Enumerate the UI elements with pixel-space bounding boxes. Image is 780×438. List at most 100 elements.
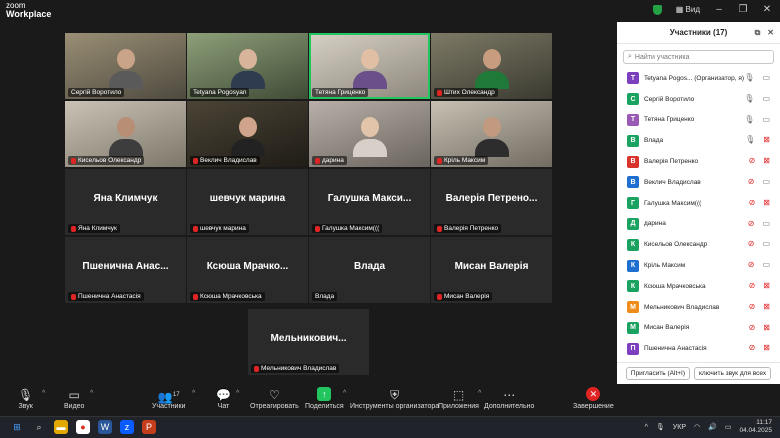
maximize-button[interactable]: ❐: [738, 4, 748, 15]
camera-off-icon[interactable]: ⊠: [763, 302, 770, 311]
participant-row[interactable]: В Веклич Владислав ⊘ ▭: [617, 172, 780, 193]
apps-button[interactable]: ⬚ Приложения: [438, 387, 479, 410]
participant-tile[interactable]: Пшенична Анас... Пшенична Анастасія: [65, 237, 186, 303]
microphone-muted-icon[interactable]: ⊘: [749, 198, 756, 207]
microphone-muted-icon[interactable]: ⊘: [749, 344, 756, 352]
windows-start-icon[interactable]: ⊞: [10, 420, 24, 434]
participant-tile[interactable]: Штих Олександр: [431, 33, 552, 99]
invite-button[interactable]: Пригласить (Alt+I): [625, 367, 691, 380]
camera-off-icon[interactable]: ⊠: [763, 198, 770, 207]
participant-row[interactable]: М Мельникович Владислав ⊘ ⊠: [617, 297, 780, 318]
participant-row[interactable]: П Пшенична Анастасія ⊘ ⊠: [617, 338, 780, 359]
host-tools-button[interactable]: ⛨ Инструменты организатора: [350, 387, 439, 410]
camera-icon[interactable]: ▭: [762, 74, 770, 82]
participant-row[interactable]: T Tetyana Pogos... (Организатор, я) 🎙 ▭: [617, 68, 780, 89]
tray-chevron-icon[interactable]: ^: [645, 424, 648, 431]
participant-row[interactable]: Ддарина ⊘ ▭: [617, 214, 780, 235]
microphone-muted-icon[interactable]: ⊘: [748, 177, 755, 186]
camera-icon[interactable]: ▭: [762, 94, 770, 103]
participant-tile[interactable]: Кисельов Олександр: [65, 101, 186, 167]
microphone-muted-icon[interactable]: ⊘: [749, 302, 756, 311]
participant-row[interactable]: В Влада 🎙 ⊠: [617, 130, 780, 151]
more-button[interactable]: ⋯ Дополнительно: [484, 387, 534, 410]
camera-icon[interactable]: ▭: [762, 177, 770, 186]
audio-options-chevron-icon[interactable]: ^: [42, 390, 45, 397]
camera-icon[interactable]: ▭: [762, 115, 770, 124]
participant-row[interactable]: К Кріль Максим ⊘ ▭: [617, 255, 780, 276]
apps-options-chevron-icon[interactable]: ^: [478, 390, 481, 397]
participant-tile[interactable]: Тетяна Гриценко: [309, 33, 430, 99]
minimize-button[interactable]: –: [714, 4, 724, 15]
participant-row[interactable]: В Валерія Петренко ⊘ ⊠: [617, 151, 780, 172]
share-options-chevron-icon[interactable]: ^: [343, 390, 346, 397]
participants-button[interactable]: 👥17 Участники: [152, 387, 185, 410]
file-explorer-icon[interactable]: ▬: [54, 420, 68, 434]
video-options-chevron-icon[interactable]: ^: [90, 390, 93, 397]
volume-icon[interactable]: 🔊: [708, 423, 717, 431]
participant-tile[interactable]: дарина: [309, 101, 430, 167]
microphone-icon[interactable]: 🎙: [744, 74, 754, 82]
camera-off-icon[interactable]: ⊠: [763, 136, 770, 144]
participant-row[interactable]: С Сергій Воротило 🎙 ▭: [617, 89, 780, 110]
participant-tile[interactable]: Tetyana Pogosyan: [187, 33, 308, 99]
participant-row[interactable]: Г Галушка Максим(((⊘ ⊠: [617, 193, 780, 214]
chrome-icon[interactable]: ●: [76, 420, 90, 434]
participant-tile[interactable]: Мисан Валерія Мисан Валерія: [431, 237, 552, 303]
participant-search-input[interactable]: ⌕ Найти участника: [623, 50, 774, 64]
participant-tile[interactable]: Валерія Петрено... Валерія Петренко: [431, 169, 552, 235]
participant-tile[interactable]: Ксюша Мрачко... Ксюша Мрачковська: [187, 237, 308, 303]
camera-off-icon[interactable]: ⊠: [763, 344, 770, 352]
video-button[interactable]: ▭ Видео: [64, 387, 84, 410]
view-button[interactable]: ▦ Вид: [676, 5, 700, 14]
audio-button[interactable]: 🎙 Звук: [18, 387, 33, 410]
language-indicator[interactable]: УКР: [673, 424, 686, 431]
security-shield-icon[interactable]: [652, 4, 662, 15]
participant-row[interactable]: T Тетяна Гриценко 🎙 ▭: [617, 110, 780, 131]
microphone-muted-icon[interactable]: ⊘: [748, 219, 755, 228]
microphone-muted-icon[interactable]: ⊘: [749, 157, 756, 165]
participant-row[interactable]: К Кисельов Олександр ⊘ ▭: [617, 234, 780, 255]
microphone-muted-icon[interactable]: ⊘: [748, 261, 755, 269]
close-button[interactable]: ✕: [762, 4, 772, 15]
participant-row[interactable]: К Ксюша Мрачковська ⊘ ⊠: [617, 276, 780, 297]
chat-options-chevron-icon[interactable]: ^: [236, 390, 239, 397]
react-button[interactable]: ♡ Отреагировать: [250, 387, 299, 410]
participant-tile[interactable]: Яна Климчук Яна Климчук: [65, 169, 186, 235]
camera-icon[interactable]: ▭: [762, 240, 770, 248]
close-panel-icon[interactable]: ✕: [767, 28, 774, 38]
tray-mic-icon[interactable]: 🎙: [656, 423, 665, 431]
camera-icon[interactable]: ▭: [762, 261, 770, 269]
powerpoint-icon[interactable]: P: [142, 420, 156, 434]
chat-button[interactable]: 💬 Чат: [216, 387, 231, 410]
share-button[interactable]: ↑ Поделиться: [305, 387, 344, 410]
clock[interactable]: 11:17 04.04.2025: [739, 419, 772, 435]
camera-off-icon[interactable]: ⊠: [763, 281, 770, 290]
participant-tile[interactable]: Сергій Воротило: [65, 33, 186, 99]
popout-icon[interactable]: ⧉: [755, 28, 761, 38]
participant-tile[interactable]: шевчук марина шевчук марина: [187, 169, 308, 235]
participant-tile[interactable]: Веклич Владислав: [187, 101, 308, 167]
participants-options-chevron-icon[interactable]: ^: [192, 390, 195, 397]
word-icon[interactable]: W: [98, 420, 112, 434]
participant-name: Влада: [644, 137, 664, 145]
battery-icon[interactable]: ▭: [725, 423, 732, 431]
participant-row[interactable]: М Мисан Валерія ⊘ ⊠: [617, 318, 780, 339]
mute-all-button[interactable]: ключить звук для всех: [694, 367, 772, 380]
microphone-icon[interactable]: 🎙: [744, 115, 754, 124]
participant-tile[interactable]: Кріль Максим: [431, 101, 552, 167]
wifi-icon[interactable]: ◠: [694, 423, 700, 431]
microphone-muted-icon[interactable]: ⊘: [749, 323, 756, 332]
zoom-taskbar-icon[interactable]: z: [120, 420, 134, 434]
camera-icon[interactable]: ▭: [762, 219, 770, 228]
participant-tile[interactable]: Влада Влада: [309, 237, 430, 303]
end-meeting-button[interactable]: ✕ Завершение: [573, 387, 614, 410]
search-icon[interactable]: ⌕: [32, 420, 46, 434]
microphone-muted-icon[interactable]: ⊘: [748, 240, 755, 248]
microphone-icon[interactable]: 🎙: [744, 94, 754, 103]
participant-tile[interactable]: Мельникович... Мельникович Владислав: [248, 309, 369, 375]
microphone-muted-icon[interactable]: ⊘: [749, 281, 756, 290]
participant-tile[interactable]: Галушка Макси... Галушка Максим(((: [309, 169, 430, 235]
microphone-icon[interactable]: 🎙: [745, 136, 755, 144]
camera-off-icon[interactable]: ⊠: [763, 157, 770, 165]
camera-off-icon[interactable]: ⊠: [763, 323, 770, 332]
